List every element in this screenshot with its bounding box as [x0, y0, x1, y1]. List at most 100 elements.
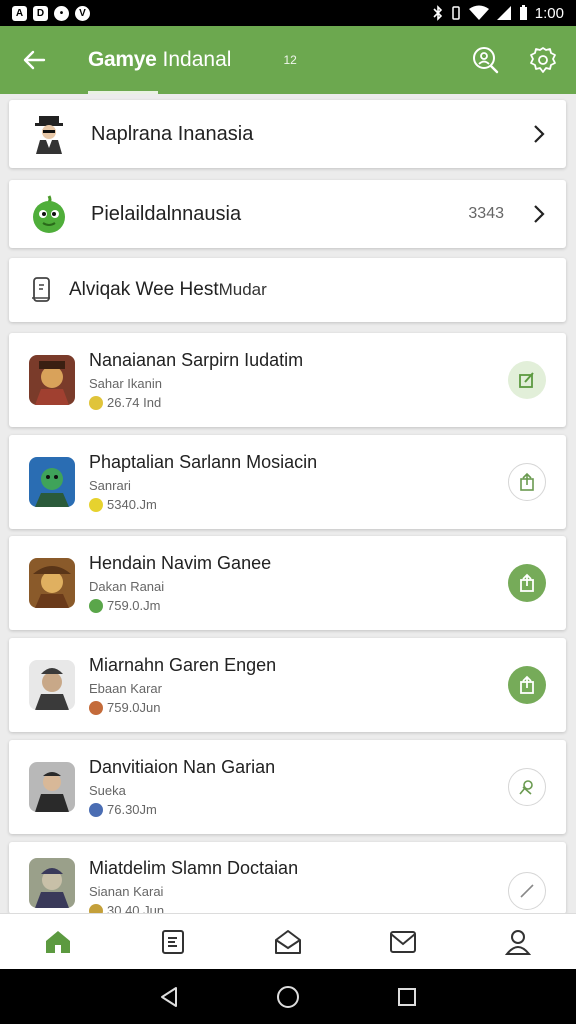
- share-icon: [520, 472, 534, 491]
- search-button[interactable]: [468, 43, 502, 77]
- game-subtitle: Sueka: [89, 783, 126, 798]
- title-underline: [88, 91, 158, 94]
- nav-profile-tab[interactable]: [488, 917, 548, 967]
- phone-list-icon: [29, 275, 55, 305]
- game-meta-value: 759.0.Jm: [107, 598, 161, 613]
- nav-list-tab[interactable]: [143, 917, 203, 967]
- game-meta-value: 76.30Jm: [107, 802, 157, 817]
- open-envelope-icon: [274, 929, 301, 954]
- vibrate-icon: [452, 6, 460, 20]
- game-meta-value: 5340.Jm: [107, 497, 157, 512]
- game-subtitle: Sahar Ikanin: [89, 376, 162, 391]
- game-thumbnail: [29, 457, 75, 507]
- game-meta-value: 759.0Jun: [107, 700, 161, 715]
- person-icon: [505, 929, 532, 955]
- game-title: Danvitiaion Nan Garian: [89, 757, 276, 777]
- game-card[interactable]: Hendain Navim Ganee Dakan Ranai 759.0.Jm: [9, 536, 566, 630]
- character-avatar-icon: [29, 114, 69, 154]
- game-edit-button[interactable]: [508, 361, 546, 399]
- nav-card-second[interactable]: Pielaildalnnausia 3343: [9, 180, 566, 248]
- app-actions: [468, 43, 576, 77]
- game-subtitle: Dakan Ranai: [89, 579, 165, 594]
- signal-icon: [496, 6, 511, 20]
- share-icon: [520, 573, 534, 592]
- battery-icon: [519, 5, 527, 20]
- status-notification-icons: A D • V: [12, 5, 90, 21]
- nav-open-mail-tab[interactable]: [258, 917, 318, 967]
- rating-dot-icon: [89, 700, 103, 715]
- back-button[interactable]: [0, 26, 68, 94]
- game-meta-value: 26.74 Ind: [107, 395, 162, 410]
- chevron-right-icon: [534, 125, 545, 143]
- edit-icon: [519, 372, 534, 388]
- status-bar: A D • V 1:00: [0, 0, 576, 26]
- nav-mail-tab[interactable]: [373, 917, 433, 967]
- system-back-button[interactable]: [149, 977, 189, 1017]
- game-meta: 759.0.Jm: [89, 598, 508, 613]
- game-thumbnail: [29, 558, 75, 608]
- game-title: Miatdelim Slamn Doctaian: [89, 858, 299, 878]
- wifi-icon: [468, 5, 489, 20]
- game-info: Nanaianan Sarpirn Iudatim Sahar Ikanin 2…: [89, 350, 508, 410]
- game-thumbnail: [29, 660, 75, 710]
- app-title: Gamye: [88, 48, 157, 71]
- game-thumbnail: [29, 762, 75, 812]
- notification-d-icon: D: [33, 5, 48, 21]
- arrow-left-icon: [23, 50, 46, 70]
- game-card[interactable]: Miarnahn Garen Engen Ebaan Karar 759.0Ju…: [9, 638, 566, 732]
- bluetooth-icon: [433, 5, 442, 21]
- list-icon: [161, 929, 184, 954]
- settings-button[interactable]: [526, 43, 560, 77]
- gear-icon: [530, 47, 556, 73]
- game-share-button[interactable]: [508, 564, 546, 602]
- game-title: Hendain Navim Ganee: [89, 553, 272, 573]
- game-title: Nanaianan Sarpirn Iudatim: [89, 350, 304, 370]
- game-subtitle: Sanrari: [89, 478, 131, 493]
- game-card[interactable]: Danvitiaion Nan Garian Sueka 76.30Jm: [9, 740, 566, 834]
- game-card[interactable]: Miatdelim Slamn Doctaian Sianan Karai 30…: [9, 842, 566, 918]
- notification-dot-icon: •: [54, 5, 69, 21]
- share-icon: [520, 675, 534, 694]
- mail-icon: [390, 930, 417, 953]
- game-meta: 26.74 Ind: [89, 395, 508, 410]
- app-title-rest: Indanal: [162, 48, 232, 71]
- green-bird-icon: [29, 194, 69, 234]
- system-home-button[interactable]: [268, 977, 308, 1017]
- nav-card-first[interactable]: Naplrana Inanasia: [9, 100, 566, 168]
- app-title-tab[interactable]: Gamye Indanal: [88, 26, 231, 94]
- nav-card-label: Pielaildalnnausia: [91, 202, 242, 225]
- chevron-right-icon: [534, 205, 545, 223]
- game-info: Danvitiaion Nan Garian Sueka 76.30Jm: [89, 757, 508, 817]
- game-subtitle: Ebaan Karar: [89, 681, 162, 696]
- rating-dot-icon: [89, 395, 103, 410]
- system-navigation: [0, 969, 576, 1024]
- nav-card-label: Naplrana Inanasia: [91, 122, 254, 145]
- pen-icon: [520, 884, 534, 898]
- game-thumbnail: [29, 858, 75, 908]
- game-card[interactable]: Nanaianan Sarpirn Iudatim Sahar Ikanin 2…: [9, 333, 566, 427]
- square-recents-icon: [397, 987, 416, 1006]
- clock: 1:00: [534, 4, 564, 22]
- game-thumbnail: [29, 355, 75, 405]
- game-card[interactable]: Phaptalian Sarlann Mosiacin Sanrari 5340…: [9, 435, 566, 529]
- nav-home-tab[interactable]: [28, 917, 88, 967]
- rating-dot-icon: [89, 497, 103, 512]
- game-share-button[interactable]: [508, 666, 546, 704]
- game-info: Miatdelim Slamn Doctaian Sianan Karai 30…: [89, 858, 508, 918]
- game-share-button[interactable]: [508, 463, 546, 501]
- game-title: Phaptalian Sarlann Mosiacin: [89, 452, 318, 472]
- rating-dot-icon: [89, 802, 103, 817]
- rating-dot-icon: [89, 598, 103, 613]
- game-tag-button[interactable]: [508, 768, 546, 806]
- triangle-back-icon: [161, 986, 178, 1007]
- sort-action-button[interactable]: Mudar: [219, 280, 267, 300]
- game-info: Miarnahn Garen Engen Ebaan Karar 759.0Ju…: [89, 655, 508, 715]
- game-meta: 759.0Jun: [89, 700, 508, 715]
- system-recents-button[interactable]: [387, 977, 427, 1017]
- circle-home-icon: [276, 985, 299, 1008]
- status-system-icons: 1:00: [433, 5, 564, 22]
- game-meta: 76.30Jm: [89, 802, 508, 817]
- game-pen-button[interactable]: [508, 872, 546, 910]
- game-subtitle: Sianan Karai: [89, 884, 164, 899]
- nav-card-value: 3343: [468, 205, 504, 222]
